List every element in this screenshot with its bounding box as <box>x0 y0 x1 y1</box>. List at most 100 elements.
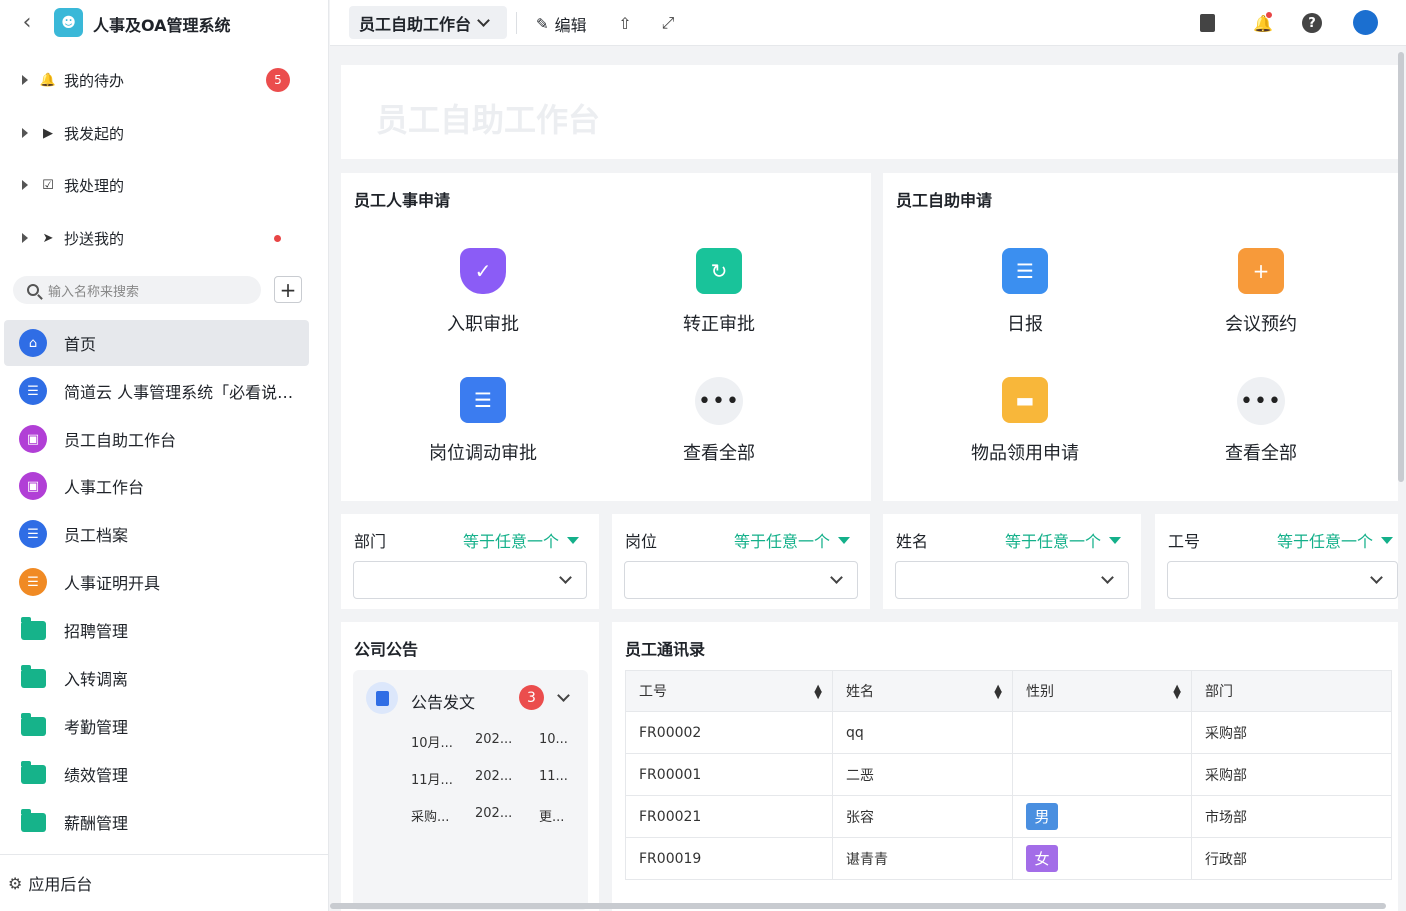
sidebar-item-transfers[interactable]: 入转调离 <box>4 655 309 701</box>
user-avatar[interactable] <box>1353 10 1378 35</box>
sidebar-item-label: 简道云 人事管理系统「必看说明」 <box>64 383 304 402</box>
chevron-down-icon[interactable] <box>557 689 570 702</box>
filter-operator-dropdown[interactable]: 等于任意一个 <box>1005 528 1121 552</box>
cell-employee-id-text: FR00001 <box>639 766 702 783</box>
sidebar-item-label: 入转调离 <box>64 670 129 689</box>
tile-item-requisition[interactable]: ▬ 物品领用申请 <box>960 377 1090 487</box>
back-arrow-icon[interactable]: ‹ <box>16 10 38 35</box>
caret-down-icon <box>1109 536 1121 544</box>
chevron-down-icon <box>559 571 572 584</box>
cell-name-text: qq <box>846 724 864 741</box>
filter-value-select[interactable] <box>624 561 858 599</box>
notification-bell-icon[interactable]: 🔔 <box>1252 12 1274 34</box>
announcement-category-label: 公告发文 <box>411 693 476 712</box>
tile-transfer-approval[interactable]: ☰ 岗位调动审批 <box>418 377 548 487</box>
table-row[interactable]: FR00001 二恶 采购部 <box>625 753 1392 796</box>
document-icon: ☰ <box>19 520 47 548</box>
cell-name: qq <box>832 711 1013 754</box>
filter-operator-label: 等于任意一个 <box>1004 532 1101 551</box>
tile-view-all[interactable]: ••• 查看全部 <box>1196 377 1326 487</box>
sidebar-item-label: 员工档案 <box>64 526 129 545</box>
filter-value-select[interactable] <box>895 561 1129 599</box>
card-title: 公司公告 <box>354 640 419 659</box>
filter-label: 岗位 <box>625 532 658 551</box>
folder-icon <box>21 616 46 640</box>
filter-value-select[interactable] <box>1167 561 1398 599</box>
table-header-row: 工号 ▲ ▼ 姓名 ▲ ▼ 性别 ▲ ▼ 部门 <box>625 670 1392 712</box>
pencil-icon: ✎ <box>536 15 549 33</box>
tile-label: 会议预约 <box>1225 314 1297 335</box>
todo-count-badge: 5 <box>266 68 290 92</box>
announcement-count-badge: 3 <box>519 685 544 710</box>
sidebar-item-employee-files[interactable]: ☰ 员工档案 <box>4 511 309 557</box>
help-icon[interactable]: ? <box>1301 12 1323 34</box>
fullscreen-icon[interactable]: ⤢ <box>657 12 679 34</box>
announcement-row[interactable]: 10月... 202... 10... <box>411 732 603 762</box>
page-title: 员工自助工作台 <box>376 101 601 139</box>
sidebar-item-hr-workbench[interactable]: ▣ 人事工作台 <box>4 463 309 509</box>
announcement-cell: 更... <box>539 810 565 825</box>
sidebar-item-home[interactable]: ⌂ 首页 <box>4 320 309 366</box>
caret-down-icon <box>838 536 850 544</box>
gender-tag: 女 <box>1026 845 1058 872</box>
folder-icon: ▬ <box>1002 377 1048 423</box>
cell-department: 采购部 <box>1191 753 1392 796</box>
table-row[interactable]: FR00021 张容 男 市场部 <box>625 795 1392 838</box>
caret-right-icon <box>22 180 28 190</box>
clipboard-icon: ☰ <box>1002 248 1048 294</box>
tile-regularization-approval[interactable]: ↻ 转正审批 <box>654 248 784 358</box>
cell-name-text: 二恶 <box>846 767 874 784</box>
vertical-scrollbar[interactable] <box>1398 52 1404 482</box>
column-header-name[interactable]: 姓名 ▲ ▼ <box>832 670 1013 712</box>
tile-meeting-booking[interactable]: + 会议预约 <box>1196 248 1326 358</box>
sidebar-group-cc[interactable]: ➤ 抄送我的 <box>18 218 318 258</box>
filter-operator-dropdown[interactable]: 等于任意一个 <box>1277 528 1393 552</box>
sidebar-item-label: 员工自助工作台 <box>64 431 177 450</box>
column-header-department[interactable]: 部门 <box>1191 670 1392 712</box>
sidebar-item-performance[interactable]: 绩效管理 <box>4 751 309 797</box>
filter-value-select[interactable] <box>353 561 587 599</box>
sidebar-item-attendance[interactable]: 考勤管理 <box>4 703 309 749</box>
notebook-icon[interactable] <box>1196 12 1218 34</box>
page-selector-label: 员工自助工作台 <box>359 14 472 34</box>
column-header-gender[interactable]: 性别 ▲ ▼ <box>1012 670 1192 712</box>
sidebar-item-certificates[interactable]: ☰ 人事证明开具 <box>4 559 309 605</box>
edit-button[interactable]: ✎ 编辑 <box>536 12 587 36</box>
cell-name: 二恶 <box>832 753 1013 796</box>
chevron-down-icon <box>830 571 843 584</box>
app-backend-link[interactable]: ⚙ 应用后台 <box>0 854 329 911</box>
tile-daily-report[interactable]: ☰ 日报 <box>960 248 1090 358</box>
table-row[interactable]: FR00002 qq 采购部 <box>625 711 1392 754</box>
clipboard-icon: ☰ <box>460 377 506 423</box>
search-placeholder: 输入名称来搜索 <box>48 284 140 300</box>
tile-onboarding-approval[interactable]: ✓ 入职审批 <box>418 248 548 358</box>
table-row[interactable]: FR00019 谌青青 女 行政部 <box>625 837 1392 880</box>
sidebar-item-guide[interactable]: ☰ 简道云 人事管理系统「必看说明」 <box>4 368 309 414</box>
more-icon: ••• <box>1237 377 1285 425</box>
announcement-row[interactable]: 采购... 202... 更... <box>411 806 603 836</box>
filter-operator-label: 等于任意一个 <box>462 532 559 551</box>
cell-name-text: 谌青青 <box>846 851 888 868</box>
announcement-row[interactable]: 11月... 202... 11... <box>411 769 603 799</box>
filter-operator-dropdown[interactable]: 等于任意一个 <box>734 528 850 552</box>
search-input[interactable]: 输入名称来搜索 <box>13 276 261 304</box>
column-header-id[interactable]: 工号 ▲ ▼ <box>625 670 833 712</box>
sidebar-item-self-service[interactable]: ▣ 员工自助工作台 <box>4 416 309 462</box>
sidebar-group-initiated[interactable]: ▶ 我发起的 <box>18 113 318 153</box>
horizontal-scrollbar[interactable] <box>330 903 1386 909</box>
add-button[interactable]: + <box>274 276 302 303</box>
cell-name: 谌青青 <box>832 837 1013 880</box>
sidebar-item-recruitment[interactable]: 招聘管理 <box>4 607 309 653</box>
more-icon: ••• <box>695 377 743 425</box>
dashboard-icon: ▣ <box>19 425 47 453</box>
document-icon: ☰ <box>19 377 47 405</box>
sidebar-group-todo[interactable]: 🔔 我的待办 5 <box>18 60 318 100</box>
sidebar-group-handled[interactable]: ☑ 我处理的 <box>18 165 318 205</box>
share-icon[interactable]: ⇧ <box>614 12 636 34</box>
sidebar-item-payroll[interactable]: 薪酬管理 <box>4 799 309 845</box>
tile-view-all[interactable]: ••• 查看全部 <box>654 377 784 487</box>
announcement-category: 公告发文 3 10月... 202... 10... 11月... 202...… <box>353 670 588 910</box>
filter-position: 岗位 等于任意一个 <box>612 514 870 609</box>
page-selector[interactable]: 员工自助工作台 <box>349 6 507 39</box>
filter-operator-dropdown[interactable]: 等于任意一个 <box>463 528 579 552</box>
